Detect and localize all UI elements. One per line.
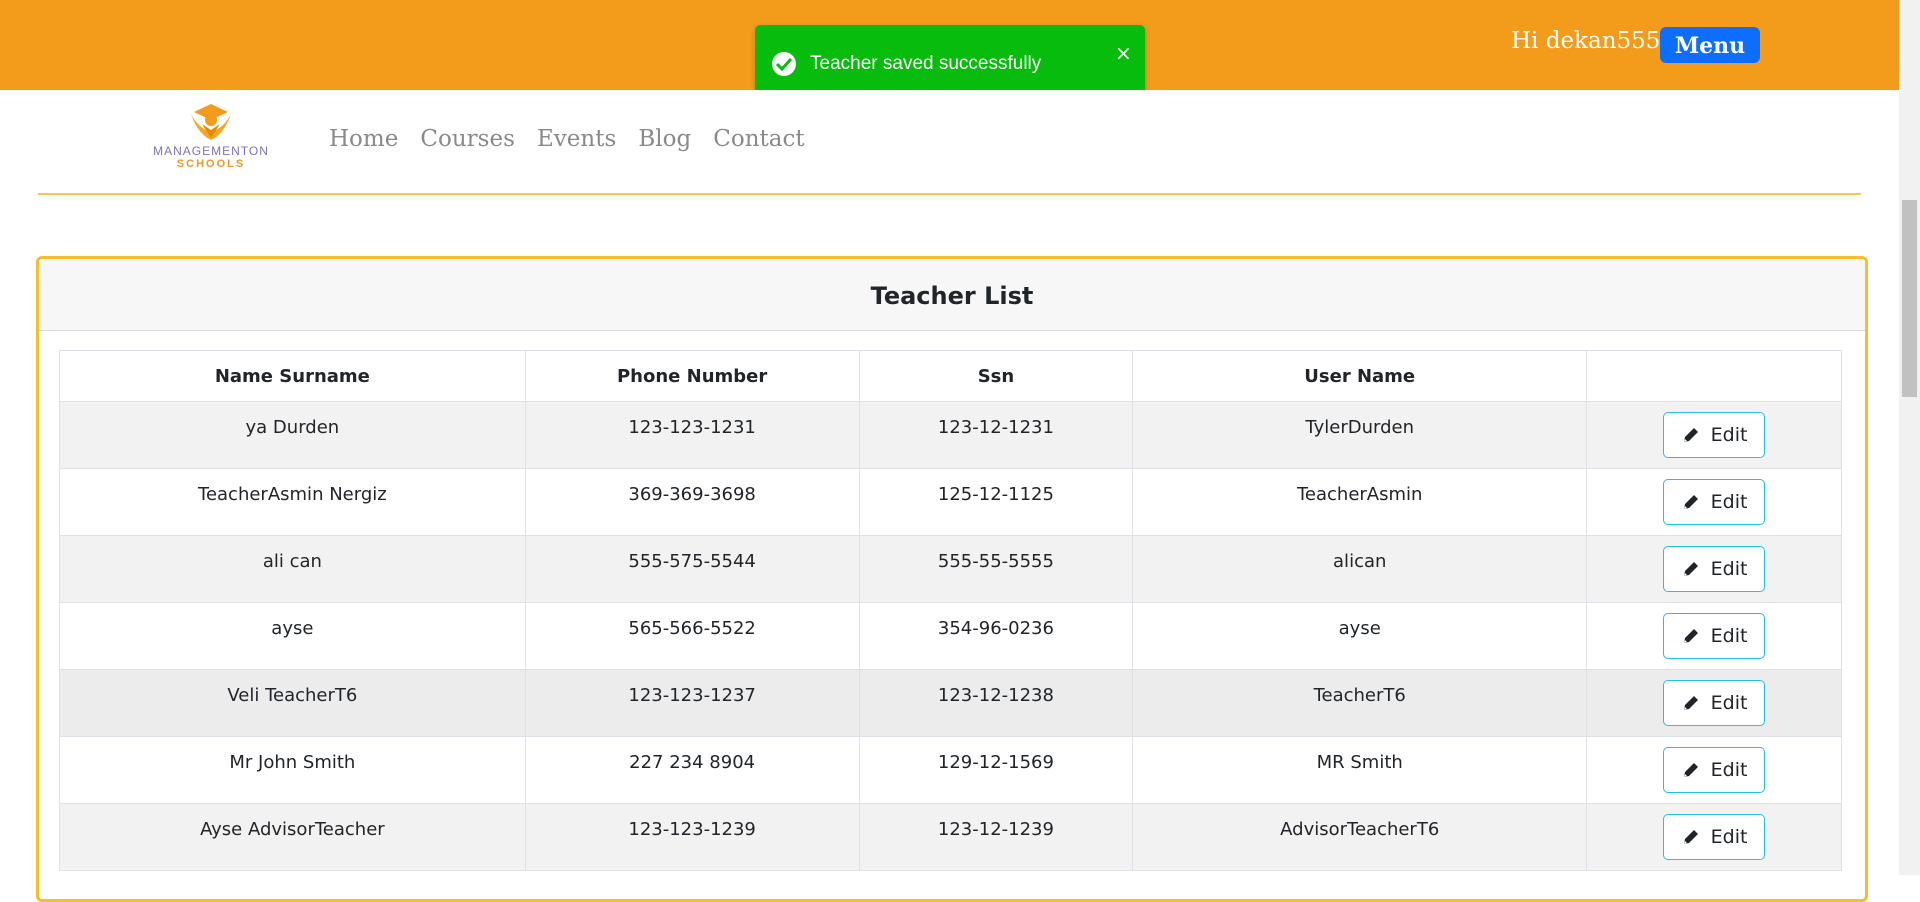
table-header-row: Name Surname Phone Number Ssn User Name — [59, 350, 1842, 402]
cell-actions: Edit — [1586, 468, 1842, 536]
nav-divider — [38, 193, 1861, 195]
pencil-icon — [1683, 629, 1698, 643]
edit-button[interactable]: Edit — [1663, 613, 1766, 659]
navbar — [0, 90, 1899, 194]
teacher-list-card: Teacher List Name Surname Phone Number S… — [36, 256, 1868, 902]
pencil-icon — [1683, 562, 1698, 576]
pencil-icon — [1683, 763, 1698, 777]
edit-button-label: Edit — [1710, 558, 1748, 580]
nav-contact[interactable]: Contact — [713, 126, 804, 152]
nav-home[interactable]: Home — [329, 126, 398, 152]
edit-button[interactable]: Edit — [1663, 546, 1766, 592]
pencil-icon — [1683, 428, 1698, 442]
check-circle-icon — [772, 52, 796, 76]
cell-username: TeacherT6 — [1132, 669, 1588, 737]
cell-username: MR Smith — [1132, 736, 1588, 804]
cell-phone: 123-123-1237 — [524, 669, 860, 737]
edit-button-label: Edit — [1710, 826, 1748, 848]
table-row: ayse 565-566-5522 354-96-0236 ayse Edit — [59, 602, 1842, 670]
cell-phone: 555-575-5544 — [524, 535, 860, 603]
user-greeting: Hi dekan555 — [1511, 28, 1661, 54]
edit-button[interactable]: Edit — [1663, 680, 1766, 726]
cell-name: TeacherAsmin Nergiz — [59, 468, 526, 536]
cell-ssn: 129-12-1569 — [858, 736, 1134, 804]
nav-blog[interactable]: Blog — [638, 126, 691, 152]
table-row: Veli TeacherT6 123-123-1237 123-12-1238 Tea… — [59, 669, 1842, 737]
main-nav: Home Courses Events Blog Contact — [329, 126, 822, 152]
column-header-phone: Phone Number — [524, 350, 860, 402]
toast-message: Teacher saved successfully — [810, 53, 1042, 74]
cell-phone: 369-369-3698 — [524, 468, 860, 536]
cell-name: Ayse AdvisorTeacher — [59, 803, 526, 871]
cell-username: TylerDurden — [1132, 401, 1588, 469]
column-header-ssn: Ssn — [858, 350, 1134, 402]
cell-phone: 123-123-1231 — [524, 401, 860, 469]
cell-ssn: 354-96-0236 — [858, 602, 1134, 670]
table-row: Mr John Smith 227 234 8904 129-12-1569 MR S… — [59, 736, 1842, 804]
column-header-actions — [1586, 350, 1842, 402]
cell-username: AdvisorTeacherT6 — [1132, 803, 1588, 871]
edit-button[interactable]: Edit — [1663, 479, 1766, 525]
nav-courses[interactable]: Courses — [420, 126, 514, 152]
cell-ssn: 123-12-1238 — [858, 669, 1134, 737]
card-title: Teacher List — [870, 282, 1034, 310]
edit-button-label: Edit — [1710, 625, 1748, 647]
table-row: ya Durden 123-123-1231 123-12-1231 TylerDur… — [59, 401, 1842, 469]
cell-ssn: 125-12-1125 — [858, 468, 1134, 536]
teacher-table: Name Surname Phone Number Ssn User Name … — [59, 350, 1842, 871]
cell-name: Veli TeacherT6 — [59, 669, 526, 737]
edit-button-label: Edit — [1710, 759, 1748, 781]
brand-name: MANAGEMENTON — [153, 144, 269, 158]
edit-button[interactable]: Edit — [1663, 814, 1766, 860]
cell-actions: Edit — [1586, 401, 1842, 469]
brand-subtitle: SCHOOLS — [176, 158, 246, 170]
cell-name: Mr John Smith — [59, 736, 526, 804]
nav-events[interactable]: Events — [537, 126, 616, 152]
cell-actions: Edit — [1586, 535, 1842, 603]
brand-logo[interactable]: MANAGEMENTON SCHOOLS — [146, 100, 276, 174]
cell-username: TeacherAsmin — [1132, 468, 1588, 536]
edit-button[interactable]: Edit — [1663, 747, 1766, 793]
cell-actions: Edit — [1586, 602, 1842, 670]
pencil-icon — [1683, 696, 1698, 710]
table-row: Ayse AdvisorTeacher 123-123-1239 123-12-12… — [59, 803, 1842, 871]
edit-button-label: Edit — [1710, 424, 1748, 446]
cell-ssn: 123-12-1231 — [858, 401, 1134, 469]
edit-button[interactable]: Edit — [1663, 412, 1766, 458]
cell-phone: 227 234 8904 — [524, 736, 860, 804]
cell-actions: Edit — [1586, 803, 1842, 871]
column-header-name: Name Surname — [59, 350, 526, 402]
cell-username: alican — [1132, 535, 1588, 603]
pencil-icon — [1683, 830, 1698, 844]
table-row: TeacherAsmin Nergiz 369-369-3698 125-12-11… — [59, 468, 1842, 536]
pencil-icon — [1683, 495, 1698, 509]
menu-button[interactable]: Menu — [1660, 27, 1760, 63]
cell-actions: Edit — [1586, 736, 1842, 804]
cell-ssn: 555-55-5555 — [858, 535, 1134, 603]
cell-name: ayse — [59, 602, 526, 670]
table-row: ali can 555-575-5544 555-55-5555 alican Edit — [59, 535, 1842, 603]
cell-name: ya Durden — [59, 401, 526, 469]
cell-phone: 565-566-5522 — [524, 602, 860, 670]
scrollbar-thumb[interactable] — [1902, 200, 1917, 397]
graduation-cap-icon — [191, 104, 231, 140]
cell-username: ayse — [1132, 602, 1588, 670]
card-header: Teacher List — [39, 259, 1865, 331]
scrollbar[interactable] — [1899, 0, 1920, 875]
cell-actions: Edit — [1586, 669, 1842, 737]
cell-phone: 123-123-1239 — [524, 803, 860, 871]
edit-button-label: Edit — [1710, 692, 1748, 714]
cell-name: ali can — [59, 535, 526, 603]
close-icon[interactable]: × — [1115, 41, 1132, 65]
cell-ssn: 123-12-1239 — [858, 803, 1134, 871]
edit-button-label: Edit — [1710, 491, 1748, 513]
column-header-username: User Name — [1132, 350, 1588, 402]
